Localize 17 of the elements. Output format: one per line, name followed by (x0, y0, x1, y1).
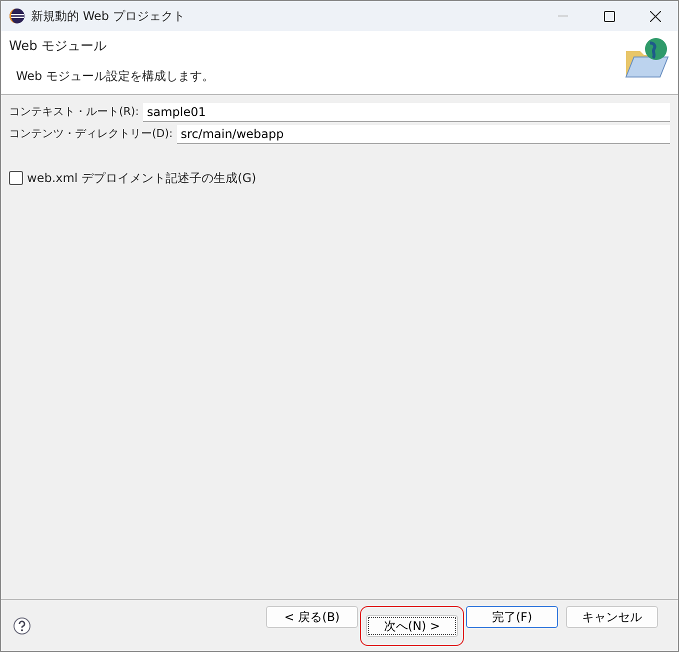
page-title: Web モジュール (9, 38, 108, 56)
text-field[interactable]: sample01 (143, 103, 670, 122)
checkbox[interactable] (9, 171, 23, 185)
help-icon[interactable] (13, 616, 31, 634)
dialog-button[interactable]: 完了(F) (466, 606, 558, 628)
window-title: 新規動的 Web プロジェクト (31, 8, 186, 25)
page-description: Web モジュール設定を構成します。 (16, 68, 214, 84)
dialog-button[interactable]: 次へ(N) > (366, 614, 458, 636)
field-label: コンテンツ・ディレクトリー(D): (9, 126, 174, 142)
field-label: コンテキスト・ルート(R): (9, 104, 140, 120)
app-icon (9, 8, 25, 24)
dialog-button[interactable]: キャンセル (566, 606, 658, 628)
checkbox-label[interactable]: web.xml デプロイメント記述子の生成(G) (27, 169, 256, 187)
maximize-icon (604, 10, 614, 22)
dialog-button[interactable]: < 戻る(B) (266, 606, 358, 628)
text-field[interactable]: src/main/webapp (176, 125, 670, 144)
close-icon (650, 10, 660, 22)
